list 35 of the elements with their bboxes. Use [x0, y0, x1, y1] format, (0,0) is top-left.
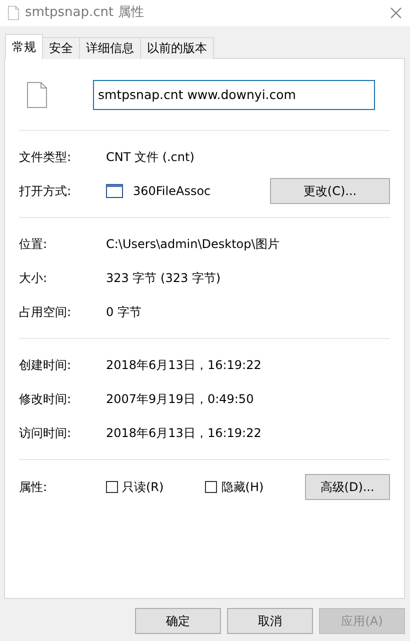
tab[interactable]: 详细信息 — [79, 37, 141, 59]
field-label: 访问时间: — [19, 425, 72, 442]
field-value: CNT 文件 (.cnt) — [106, 149, 194, 166]
advanced-button[interactable]: 高级(D)... — [304, 474, 390, 500]
field-label: 属性: — [19, 479, 48, 496]
field-value: 323 字节 (323 字节) — [106, 270, 221, 287]
app-icon — [106, 184, 123, 198]
checkbox-label: 只读(R) — [122, 479, 164, 496]
dialog-button[interactable]: 取消 — [227, 608, 313, 634]
close-icon[interactable] — [388, 5, 404, 21]
field-label: 文件类型: — [19, 149, 72, 166]
tab[interactable]: 常规 — [5, 34, 43, 59]
field-label: 打开方式: — [19, 183, 72, 200]
change-button[interactable]: 更改(C)... — [270, 178, 390, 204]
field-value: 360FileAssoc — [133, 183, 212, 200]
field-value: 2007年9月19日，0:49:50 — [106, 391, 254, 408]
checkbox[interactable] — [205, 481, 218, 493]
checkbox-label: 隐藏(H) — [221, 479, 264, 496]
file-icon — [8, 6, 19, 20]
field-value: 2018年6月13日，16:19:22 — [106, 357, 262, 374]
checkbox[interactable] — [106, 481, 118, 493]
file-icon — [27, 82, 47, 108]
field-value: C:\Users\admin\Desktop\图片 — [106, 236, 280, 253]
tab[interactable]: 以前的版本 — [140, 37, 214, 59]
window-title: smtpsnap.cnt 属性 — [25, 4, 145, 22]
field-value: 0 字节 — [106, 304, 142, 321]
tab[interactable]: 安全 — [42, 37, 80, 59]
field-label: 位置: — [19, 236, 48, 253]
field-label: 修改时间: — [19, 391, 72, 408]
field-label: 占用空间: — [19, 304, 72, 321]
field-label: 大小: — [19, 270, 48, 287]
field-value: 2018年6月13日，16:19:22 — [106, 425, 262, 442]
name-field[interactable]: smtpsnap.cnt www.downyi.com — [93, 80, 375, 110]
field-label: 创建时间: — [19, 357, 72, 374]
dialog-button[interactable]: 确定 — [135, 608, 221, 634]
